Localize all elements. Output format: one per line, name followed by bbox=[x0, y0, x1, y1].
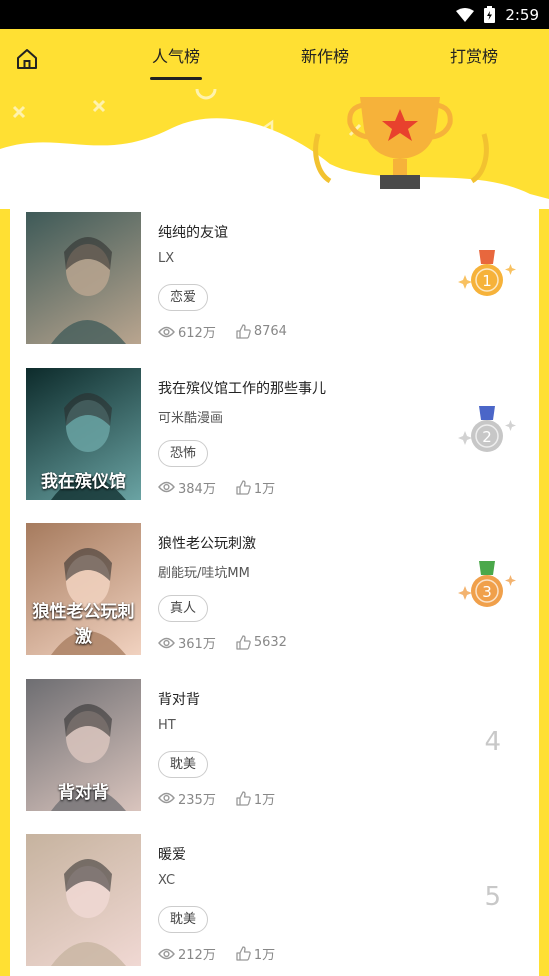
comic-author: HT bbox=[158, 717, 176, 733]
genre-tag[interactable]: 耽美 bbox=[158, 750, 209, 778]
views-stat: 212万 bbox=[158, 944, 216, 963]
comic-title[interactable]: 背对背 bbox=[158, 689, 200, 709]
views-count: 235万 bbox=[178, 792, 216, 808]
comic-cover[interactable]: 我在殡仪馆 bbox=[26, 367, 141, 500]
medal-silver-icon: 2 bbox=[458, 405, 516, 452]
views-stat: 612万 bbox=[158, 322, 216, 341]
likes-stat: 8764 bbox=[236, 324, 287, 339]
comic-stats: 235万 1万 bbox=[158, 789, 295, 808]
comic-author: 可米酷漫画 bbox=[158, 410, 224, 426]
genre-tag[interactable]: 恋爱 bbox=[158, 284, 209, 311]
thumbs-up-icon bbox=[236, 946, 251, 961]
tab-tips[interactable]: 打赏榜 bbox=[450, 43, 498, 67]
cover-title-text: 狼性老公玩刺激 bbox=[32, 602, 135, 647]
thumbs-up-icon bbox=[236, 635, 251, 650]
comic-stats: 361万 5632 bbox=[158, 633, 307, 652]
likes-count: 8764 bbox=[253, 324, 287, 339]
rank-number: 4 bbox=[484, 726, 501, 757]
eye-icon bbox=[158, 326, 175, 337]
likes-count: 5632 bbox=[253, 635, 287, 650]
likes-stat: 1万 bbox=[236, 478, 275, 497]
cover-title-text: 背对背 bbox=[58, 782, 109, 803]
cover-title-text: 我在殡仪馆 bbox=[41, 471, 126, 492]
views-stat: 361万 bbox=[158, 633, 216, 652]
ranking-header: 人气榜 新作榜 打赏榜 bbox=[0, 29, 549, 209]
comic-title[interactable]: 我在殡仪馆工作的那些事儿 bbox=[158, 378, 326, 398]
likes-stat: 1万 bbox=[236, 789, 275, 808]
cover-illustration bbox=[51, 237, 126, 344]
tab-new-works[interactable]: 新作榜 bbox=[301, 43, 349, 67]
thumbs-up-icon bbox=[236, 790, 251, 806]
status-time: 2:59 bbox=[505, 5, 539, 24]
comic-title[interactable]: 狼性老公玩刺激 bbox=[158, 533, 256, 553]
medal-bronze-icon: 3 bbox=[458, 561, 516, 607]
tab-popularity[interactable]: 人气榜 bbox=[152, 43, 200, 67]
cover-illustration bbox=[51, 859, 126, 966]
ranking-tabs: 人气榜 新作榜 打赏榜 bbox=[0, 43, 549, 83]
comic-row[interactable]: 背对背 背对背 HT 耽美 235万 1万 4 bbox=[10, 678, 539, 813]
comic-stats: 212万 1万 bbox=[158, 944, 295, 963]
header-decoration bbox=[0, 89, 549, 209]
comic-cover[interactable]: 背对背 bbox=[26, 678, 141, 811]
likes-count: 1万 bbox=[253, 792, 276, 808]
comic-row[interactable]: 纯纯的友谊 LX 恋爱 612万 8764 1 bbox=[10, 212, 539, 346]
comic-title[interactable]: 暖爱 bbox=[158, 844, 186, 864]
views-count: 212万 bbox=[178, 948, 216, 963]
thumbs-up-icon bbox=[236, 479, 251, 495]
likes-stat: 1万 bbox=[236, 944, 275, 963]
battery-icon bbox=[484, 6, 496, 23]
status-bar: 2:59 bbox=[0, 0, 549, 29]
comic-stats: 612万 8764 bbox=[158, 322, 307, 341]
comic-title[interactable]: 纯纯的友谊 bbox=[158, 222, 228, 242]
thumbs-up-icon bbox=[236, 324, 251, 339]
eye-icon bbox=[158, 481, 175, 493]
medal-number: 1 bbox=[482, 272, 492, 290]
eye-icon bbox=[158, 948, 175, 959]
comic-stats: 384万 1万 bbox=[158, 478, 295, 497]
comic-cover[interactable]: 狼性老公玩刺激 bbox=[26, 523, 141, 655]
comic-author: XC bbox=[158, 873, 176, 888]
likes-count: 1万 bbox=[253, 481, 276, 497]
comic-row[interactable]: 暖爱 XC 耽美 212万 1万 5 bbox=[10, 834, 539, 968]
comic-row[interactable]: 我在殡仪馆 我在殡仪馆工作的那些事儿 可米酷漫画 恐怖 384万 1万 2 bbox=[10, 367, 539, 502]
medal-number: 2 bbox=[482, 428, 492, 446]
comic-cover[interactable] bbox=[26, 212, 141, 344]
likes-stat: 5632 bbox=[236, 635, 287, 650]
views-stat: 384万 bbox=[158, 478, 216, 497]
genre-tag[interactable]: 耽美 bbox=[158, 906, 209, 933]
medal-gold-icon: 1 bbox=[458, 250, 516, 296]
views-count: 361万 bbox=[178, 637, 216, 652]
wifi-icon bbox=[456, 7, 475, 22]
likes-count: 1万 bbox=[253, 948, 276, 963]
rank-number: 5 bbox=[484, 882, 501, 912]
comic-author: LX bbox=[158, 251, 175, 266]
genre-tag[interactable]: 真人 bbox=[158, 595, 209, 622]
views-stat: 235万 bbox=[158, 789, 216, 808]
comic-row[interactable]: 狼性老公玩刺激 狼性老公玩刺激 剧能玩/哇坑MM 真人 361万 5632 3 bbox=[10, 523, 539, 657]
eye-icon bbox=[158, 637, 175, 648]
medal-number: 3 bbox=[482, 583, 492, 601]
genre-tag[interactable]: 恐怖 bbox=[158, 439, 209, 467]
views-count: 612万 bbox=[178, 326, 216, 341]
views-count: 384万 bbox=[178, 481, 216, 497]
comic-author: 剧能玩/哇坑MM bbox=[158, 566, 250, 581]
ranking-list: 纯纯的友谊 LX 恋爱 612万 8764 1 我在殡仪馆 我在殡仪馆工作的那些… bbox=[10, 196, 539, 976]
eye-icon bbox=[158, 792, 175, 804]
comic-cover[interactable] bbox=[26, 834, 141, 966]
